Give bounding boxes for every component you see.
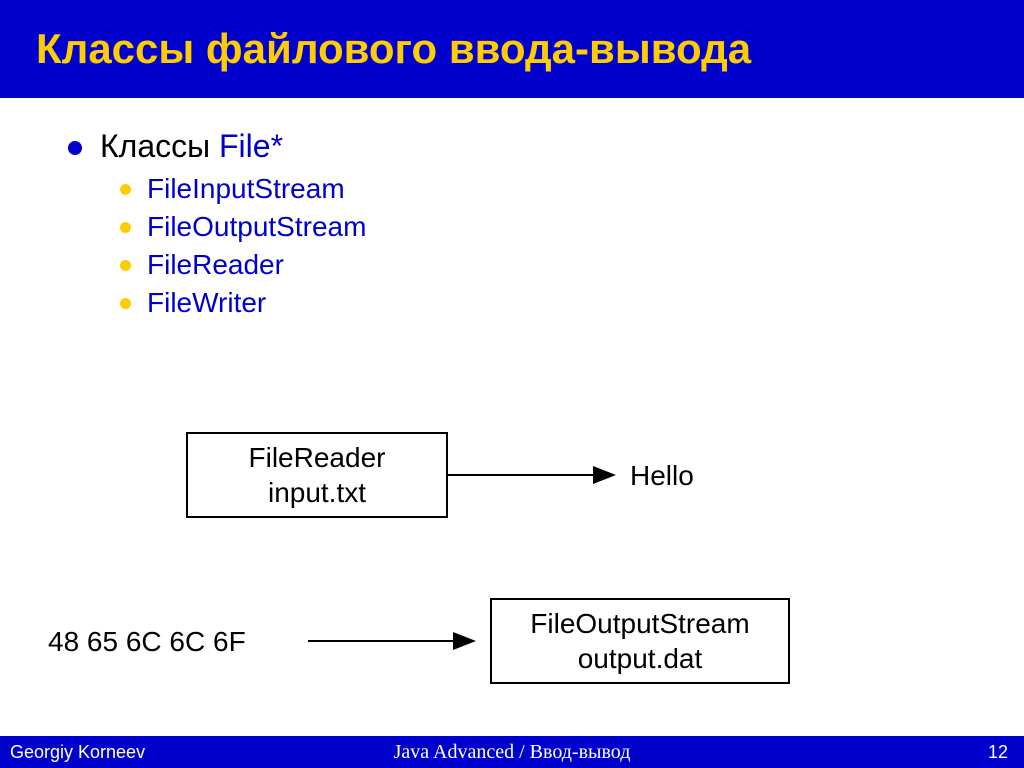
footer-author: Georgiy Korneev (10, 742, 145, 763)
title-bar: Классы файлового ввода-вывода (0, 0, 1024, 98)
sub-text: FileInputStream (147, 173, 345, 205)
sub-list: FileInputStream FileOutputStream FileRea… (68, 173, 974, 319)
bullet-icon (68, 141, 82, 155)
box-line: FileReader (188, 440, 446, 475)
sub-item: FileOutputStream (120, 211, 974, 243)
bullet-icon (120, 260, 131, 271)
sub-item: FileWriter (120, 287, 974, 319)
fileoutputstream-box: FileOutputStream output.dat (490, 598, 790, 684)
sub-text: FileReader (147, 249, 284, 281)
sub-item: FileReader (120, 249, 974, 281)
arrow-right-icon (308, 626, 478, 656)
hello-label: Hello (630, 460, 694, 492)
bullet-icon (120, 184, 131, 195)
box-line: input.txt (188, 475, 446, 510)
sub-item: FileInputStream (120, 173, 974, 205)
sub-text: FileWriter (147, 287, 266, 319)
box-line: output.dat (492, 641, 788, 676)
bullet-icon (120, 222, 131, 233)
hex-label: 48 65 6C 6C 6F (48, 626, 246, 658)
slide-title: Классы файлового ввода-вывода (36, 25, 751, 73)
content-area: Классы File* FileInputStream FileOutputS… (0, 98, 1024, 319)
footer-page: 12 (988, 742, 1008, 763)
footer-bar: Georgiy Korneev Java Advanced / Ввод-выв… (0, 736, 1024, 768)
main-text: Классы File* (100, 128, 283, 165)
sub-text: FileOutputStream (147, 211, 366, 243)
arrow-right-icon (448, 460, 618, 490)
footer-center: Java Advanced / Ввод-вывод (0, 741, 1024, 764)
main-bullet-item: Классы File* (68, 128, 974, 165)
main-suffix: File* (219, 128, 283, 164)
filereader-box: FileReader input.txt (186, 432, 448, 518)
box-line: FileOutputStream (492, 606, 788, 641)
bullet-icon (120, 298, 131, 309)
main-prefix: Классы (100, 128, 219, 164)
